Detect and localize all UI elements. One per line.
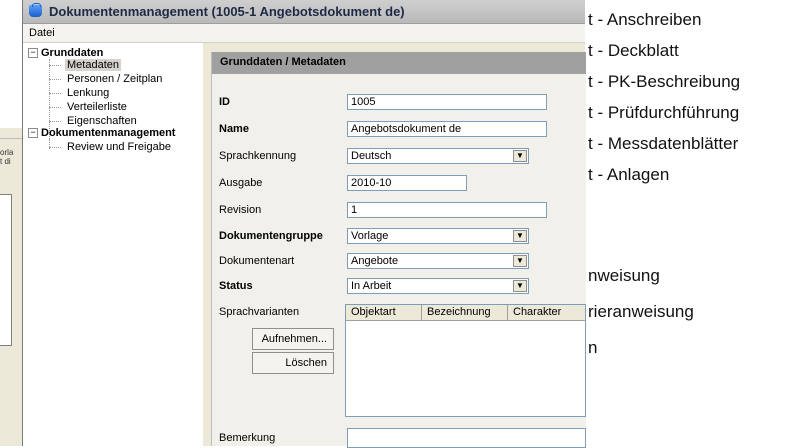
panel-title: Grunddaten / Metadaten [220,56,346,68]
tree-item-personen-zeitplan[interactable]: Personen / Zeitplan [67,73,162,85]
tree-connector [49,121,61,122]
status-value: In Arbeit [351,280,392,292]
background-document-list: t - Anschreiben t - Deckblatt t - PK-Bes… [588,0,792,446]
collapse-icon[interactable]: − [28,48,38,58]
grid-header-bezeichnung[interactable]: Bezeichnung [422,305,508,321]
panel-header: Grunddaten / Metadaten [212,52,586,74]
title-bar[interactable]: Dokumentenmanagement (1005-1 Angebotsdok… [23,0,585,24]
tree-group-grunddaten[interactable]: Grunddaten [41,47,103,59]
tree-item-metadaten[interactable]: Metadaten [65,59,121,71]
label-name: Name [219,123,249,135]
background-text-fragment: orla t di [0,148,14,166]
document-line: n [588,338,598,357]
sprachkennung-select[interactable]: Deutsch ▼ [347,148,529,164]
dokumentenart-value: Angebote [351,255,399,267]
tree-group-dokumentenmanagement[interactable]: Dokumentenmanagement [41,127,175,139]
tree-item-eigenschaften[interactable]: Eigenschaften [67,115,137,127]
sprachkennung-value: Deutsch [351,150,392,162]
document-line: t - Messdatenblätter [588,134,739,153]
dropdown-arrow-icon[interactable]: ▼ [513,280,527,292]
document-line: t - Anschreiben [588,10,702,29]
dropdown-arrow-icon[interactable]: ▼ [513,150,527,162]
label-ausgabe: Ausgabe [219,177,263,189]
document-line: t - Deckblatt [588,41,679,60]
tree-connector [49,147,61,148]
tree-connector [49,93,61,94]
menu-bar: Datei [23,24,585,43]
document-line: nweisung [588,266,660,285]
aufnehmen-button[interactable]: Aufnehmen... [252,328,334,350]
name-field[interactable]: Angebotsdokument de [347,121,547,137]
dropdown-arrow-icon[interactable]: ▼ [513,255,527,267]
document-line: t - Prüfdurchführung [588,103,740,122]
tree-item-lenkung[interactable]: Lenkung [67,87,109,99]
main-window: Dokumentenmanagement (1005-1 Angebotsdok… [22,0,586,448]
loeschen-button[interactable]: Löschen [252,352,334,374]
label-revision: Revision [219,204,262,216]
label-sprachkennung: Sprachkennung [219,150,297,162]
dokumentengruppe-select[interactable]: Vorlage ▼ [347,228,529,244]
id-field[interactable]: 1005 [347,94,547,110]
window-title: Dokumentenmanagement (1005-1 Angebotsdok… [49,4,405,19]
dokumentengruppe-value: Vorlage [351,230,389,242]
menu-datei[interactable]: Datei [29,27,55,39]
tree-connector [49,107,61,108]
label-id: ID [219,96,230,108]
label-bemerkung: Bemerkung [219,432,276,444]
navigation-tree: − Grunddaten Metadaten Personen / Zeitpl… [23,43,203,446]
dokumentenart-select[interactable]: Angebote ▼ [347,253,529,269]
background-listbox [0,194,12,346]
label-dokumentenart: Dokumentenart [219,255,295,267]
bemerkung-field[interactable] [347,428,586,448]
tree-item-review-und-freigabe[interactable]: Review und Freigabe [67,141,171,153]
metadata-panel: Grunddaten / Metadaten ID 1005 Name Ange… [211,52,586,448]
document-line: t - Anlagen [588,165,670,184]
collapse-icon[interactable]: − [28,128,38,138]
status-select[interactable]: In Arbeit ▼ [347,278,529,294]
label-dokumentengruppe: Dokumentengruppe [219,230,323,242]
document-line: rieranweisung [588,302,694,321]
sprachvarianten-grid[interactable]: Objektart Bezeichnung Charakter [345,304,586,417]
tree-connector [49,79,61,80]
grid-header-objektart[interactable]: Objektart [346,305,422,321]
app-cup-icon [29,3,42,17]
tree-connector [49,65,61,66]
dropdown-arrow-icon[interactable]: ▼ [513,230,527,242]
document-line: t - PK-Beschreibung [588,72,741,91]
ausgabe-field[interactable]: 2010-10 [347,175,467,191]
tree-item-verteilerliste[interactable]: Verteilerliste [67,101,127,113]
label-status: Status [219,280,253,292]
grid-header-charakter[interactable]: Charakter [508,305,585,321]
label-sprachvarianten: Sprachvarianten [219,306,300,318]
revision-field[interactable]: 1 [347,202,547,218]
